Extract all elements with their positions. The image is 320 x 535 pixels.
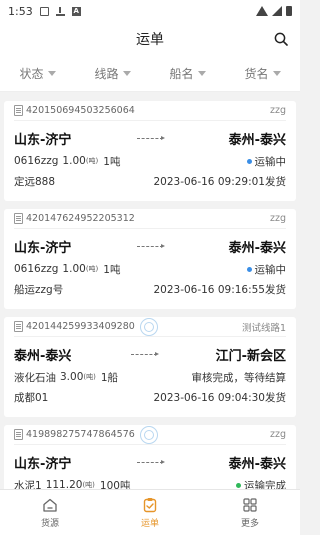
filter-label: 线路 (94, 67, 119, 81)
goods-name: 0616zzg (14, 155, 59, 167)
waybill-card[interactable]: 420147624952205312 zzg 山东-济宁 泰州-泰兴 0616z… (4, 209, 296, 309)
approved-stamp-icon (139, 425, 158, 444)
gallery-icon (39, 6, 49, 16)
filter-label: 货名 (244, 67, 269, 81)
filter-route[interactable]: 线路 (75, 65, 150, 82)
ship-name: 成都01 (14, 391, 49, 404)
document-icon (14, 321, 23, 332)
waybill-card[interactable]: 420150694503256064 zzg 山东-济宁 泰州-泰兴 0616z… (4, 101, 296, 201)
origin: 山东-济宁 (14, 456, 72, 472)
origin: 山东-济宁 (14, 132, 72, 148)
waybill-number: 420150694503256064 (26, 105, 135, 116)
origin: 山东-济宁 (14, 240, 72, 256)
home-icon (43, 498, 57, 512)
status-badge: 运输中 (246, 262, 287, 277)
status-dot-icon (246, 158, 252, 164)
caret-down-icon (47, 71, 56, 76)
ship-time: 2023-06-16 09:29:01发货 (153, 175, 286, 188)
approved-stamp-icon (139, 317, 158, 336)
tab-label: 运单 (140, 518, 159, 529)
arrow-right-icon (71, 460, 228, 464)
trips: 1船 (100, 371, 119, 384)
status-text: 运输完成 (244, 479, 286, 490)
waybill-card[interactable]: 420144259933409280 测试线路1 泰州-泰兴 江门-新会区 液化… (4, 317, 296, 417)
destination: 泰州-泰兴 (228, 456, 286, 472)
status-bar: 1:53 A (0, 0, 300, 22)
goods-name: 液化石油 (14, 371, 56, 384)
amount-unit: (吨) (85, 265, 99, 273)
top-bar: 运单 (0, 22, 300, 56)
goods-name: 0616zzg (14, 263, 59, 275)
grid-icon (243, 497, 257, 512)
status-badge: 审核完成，等待结算 (192, 370, 287, 385)
status-text: 运输中 (254, 263, 287, 276)
destination: 泰州-泰兴 (228, 240, 286, 256)
route-tag: zzg (269, 213, 286, 224)
status-text: 运输中 (254, 155, 287, 168)
page-title: 运单 (136, 32, 164, 48)
status-time: 1:53 (8, 4, 33, 18)
trips: 100吨 (99, 479, 131, 490)
goods-name: 水泥1 (14, 479, 42, 490)
amount: 111.20 (45, 479, 83, 489)
route-tag: zzg (269, 105, 286, 116)
route-tag: zzg (269, 429, 286, 440)
filter-bar: 状态 线路 船名 货名 (0, 56, 300, 92)
search-icon[interactable] (274, 32, 288, 46)
tab-cargo-source[interactable]: 货源 (0, 490, 100, 535)
filter-goods[interactable]: 货名 (225, 65, 300, 82)
filter-label: 船名 (169, 67, 194, 81)
destination: 泰州-泰兴 (228, 132, 286, 148)
document-icon (14, 429, 23, 440)
status-dot-icon (236, 482, 241, 488)
amount: 1.00 (62, 263, 86, 275)
wifi-icon (256, 6, 268, 16)
filter-ship[interactable]: 船名 (150, 65, 225, 82)
amount: 3.00 (60, 371, 84, 383)
tab-label: 更多 (240, 518, 259, 529)
document-icon (14, 105, 23, 116)
filter-label: 状态 (19, 67, 44, 81)
destination: 江门-新会区 (215, 348, 286, 364)
amount-unit: (吨) (85, 157, 99, 165)
caret-down-icon (197, 71, 206, 76)
trips: 1吨 (103, 155, 121, 168)
status-text: 审核完成，等待结算 (191, 371, 287, 384)
trips: 1吨 (103, 263, 121, 276)
clipboard-check-icon (143, 497, 157, 512)
tab-label: 货源 (40, 518, 59, 529)
bottom-tab-bar: 货源 运单 更多 (0, 489, 300, 535)
origin: 泰州-泰兴 (14, 348, 72, 364)
caret-down-icon (272, 71, 281, 76)
download-icon (55, 6, 65, 16)
arrow-right-icon (71, 136, 228, 140)
status-dot-icon (246, 266, 252, 272)
amount: 1.00 (62, 155, 86, 167)
waybill-list[interactable]: 420150694503256064 zzg 山东-济宁 泰州-泰兴 0616z… (0, 97, 300, 489)
waybill-number: 420144259933409280 (26, 321, 135, 332)
a-notification-icon: A (71, 6, 81, 16)
arrow-right-icon (71, 352, 215, 356)
battery-icon (286, 6, 292, 16)
ship-name: 船运zzg号 (14, 283, 64, 296)
waybill-number: 419898275747864576 (26, 429, 135, 440)
status-badge: 运输完成 (236, 478, 286, 490)
tab-waybill[interactable]: 运单 (100, 490, 200, 535)
filter-status[interactable]: 状态 (0, 65, 75, 82)
ship-time: 2023-06-16 09:16:55发货 (153, 283, 286, 296)
status-badge: 运输中 (246, 154, 287, 169)
ship-name: 定远888 (14, 175, 56, 188)
waybill-number: 420147624952205312 (26, 213, 135, 224)
arrow-right-icon (71, 244, 228, 248)
waybill-card[interactable]: 419898275747864576 zzg 山东-济宁 泰州-泰兴 水泥1 1… (4, 425, 296, 489)
ship-time: 2023-06-16 09:04:30发货 (153, 391, 286, 404)
tab-more[interactable]: 更多 (200, 490, 300, 535)
signal-icon (272, 6, 282, 16)
amount-unit: (吨) (82, 481, 95, 489)
document-icon (14, 213, 23, 224)
caret-down-icon (122, 71, 131, 76)
amount-unit: (吨) (83, 373, 96, 381)
route-tag: 测试线路1 (241, 322, 286, 334)
